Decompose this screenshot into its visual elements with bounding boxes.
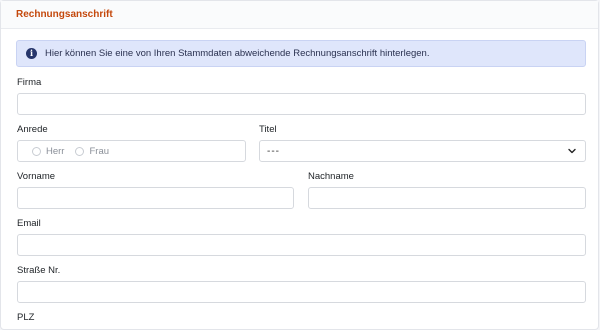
plz-label: PLZ [17, 312, 35, 323]
anrede-option-herr[interactable]: Herr [32, 146, 64, 157]
info-icon: i [26, 48, 37, 59]
vorname-input[interactable] [17, 187, 294, 209]
nachname-label: Nachname [308, 171, 354, 182]
anrede-label: Anrede [17, 124, 48, 135]
strasse-input[interactable] [17, 281, 586, 303]
radio-frau[interactable] [75, 146, 85, 156]
billing-address-card: Rechnungsanschrift i Hier können Sie ein… [0, 0, 599, 330]
radio-frau-label[interactable]: Frau [89, 146, 109, 157]
email-label: Email [17, 218, 41, 229]
email-input[interactable] [17, 234, 586, 256]
anrede-option-frau[interactable]: Frau [75, 146, 109, 157]
alert-text: Hier können Sie eine von Ihren Stammdate… [45, 48, 430, 59]
nachname-input[interactable] [308, 187, 586, 209]
strasse-label: Straße Nr. [17, 265, 61, 276]
anrede-radio-group: Herr Frau [17, 140, 246, 162]
chevron-down-icon [568, 148, 576, 154]
card-header: Rechnungsanschrift [1, 1, 598, 29]
titel-select[interactable]: --- [259, 140, 586, 162]
titel-label: Titel [259, 124, 277, 135]
section-title: Rechnungsanschrift [16, 9, 113, 20]
radio-herr[interactable] [32, 146, 41, 156]
radio-herr-label[interactable]: Herr [46, 146, 64, 157]
info-alert: i Hier können Sie eine von Ihren Stammda… [16, 40, 586, 67]
titel-selected-value: --- [267, 145, 280, 157]
vorname-label: Vorname [17, 171, 56, 182]
firma-label: Firma [17, 77, 42, 88]
firma-input[interactable] [17, 93, 586, 115]
